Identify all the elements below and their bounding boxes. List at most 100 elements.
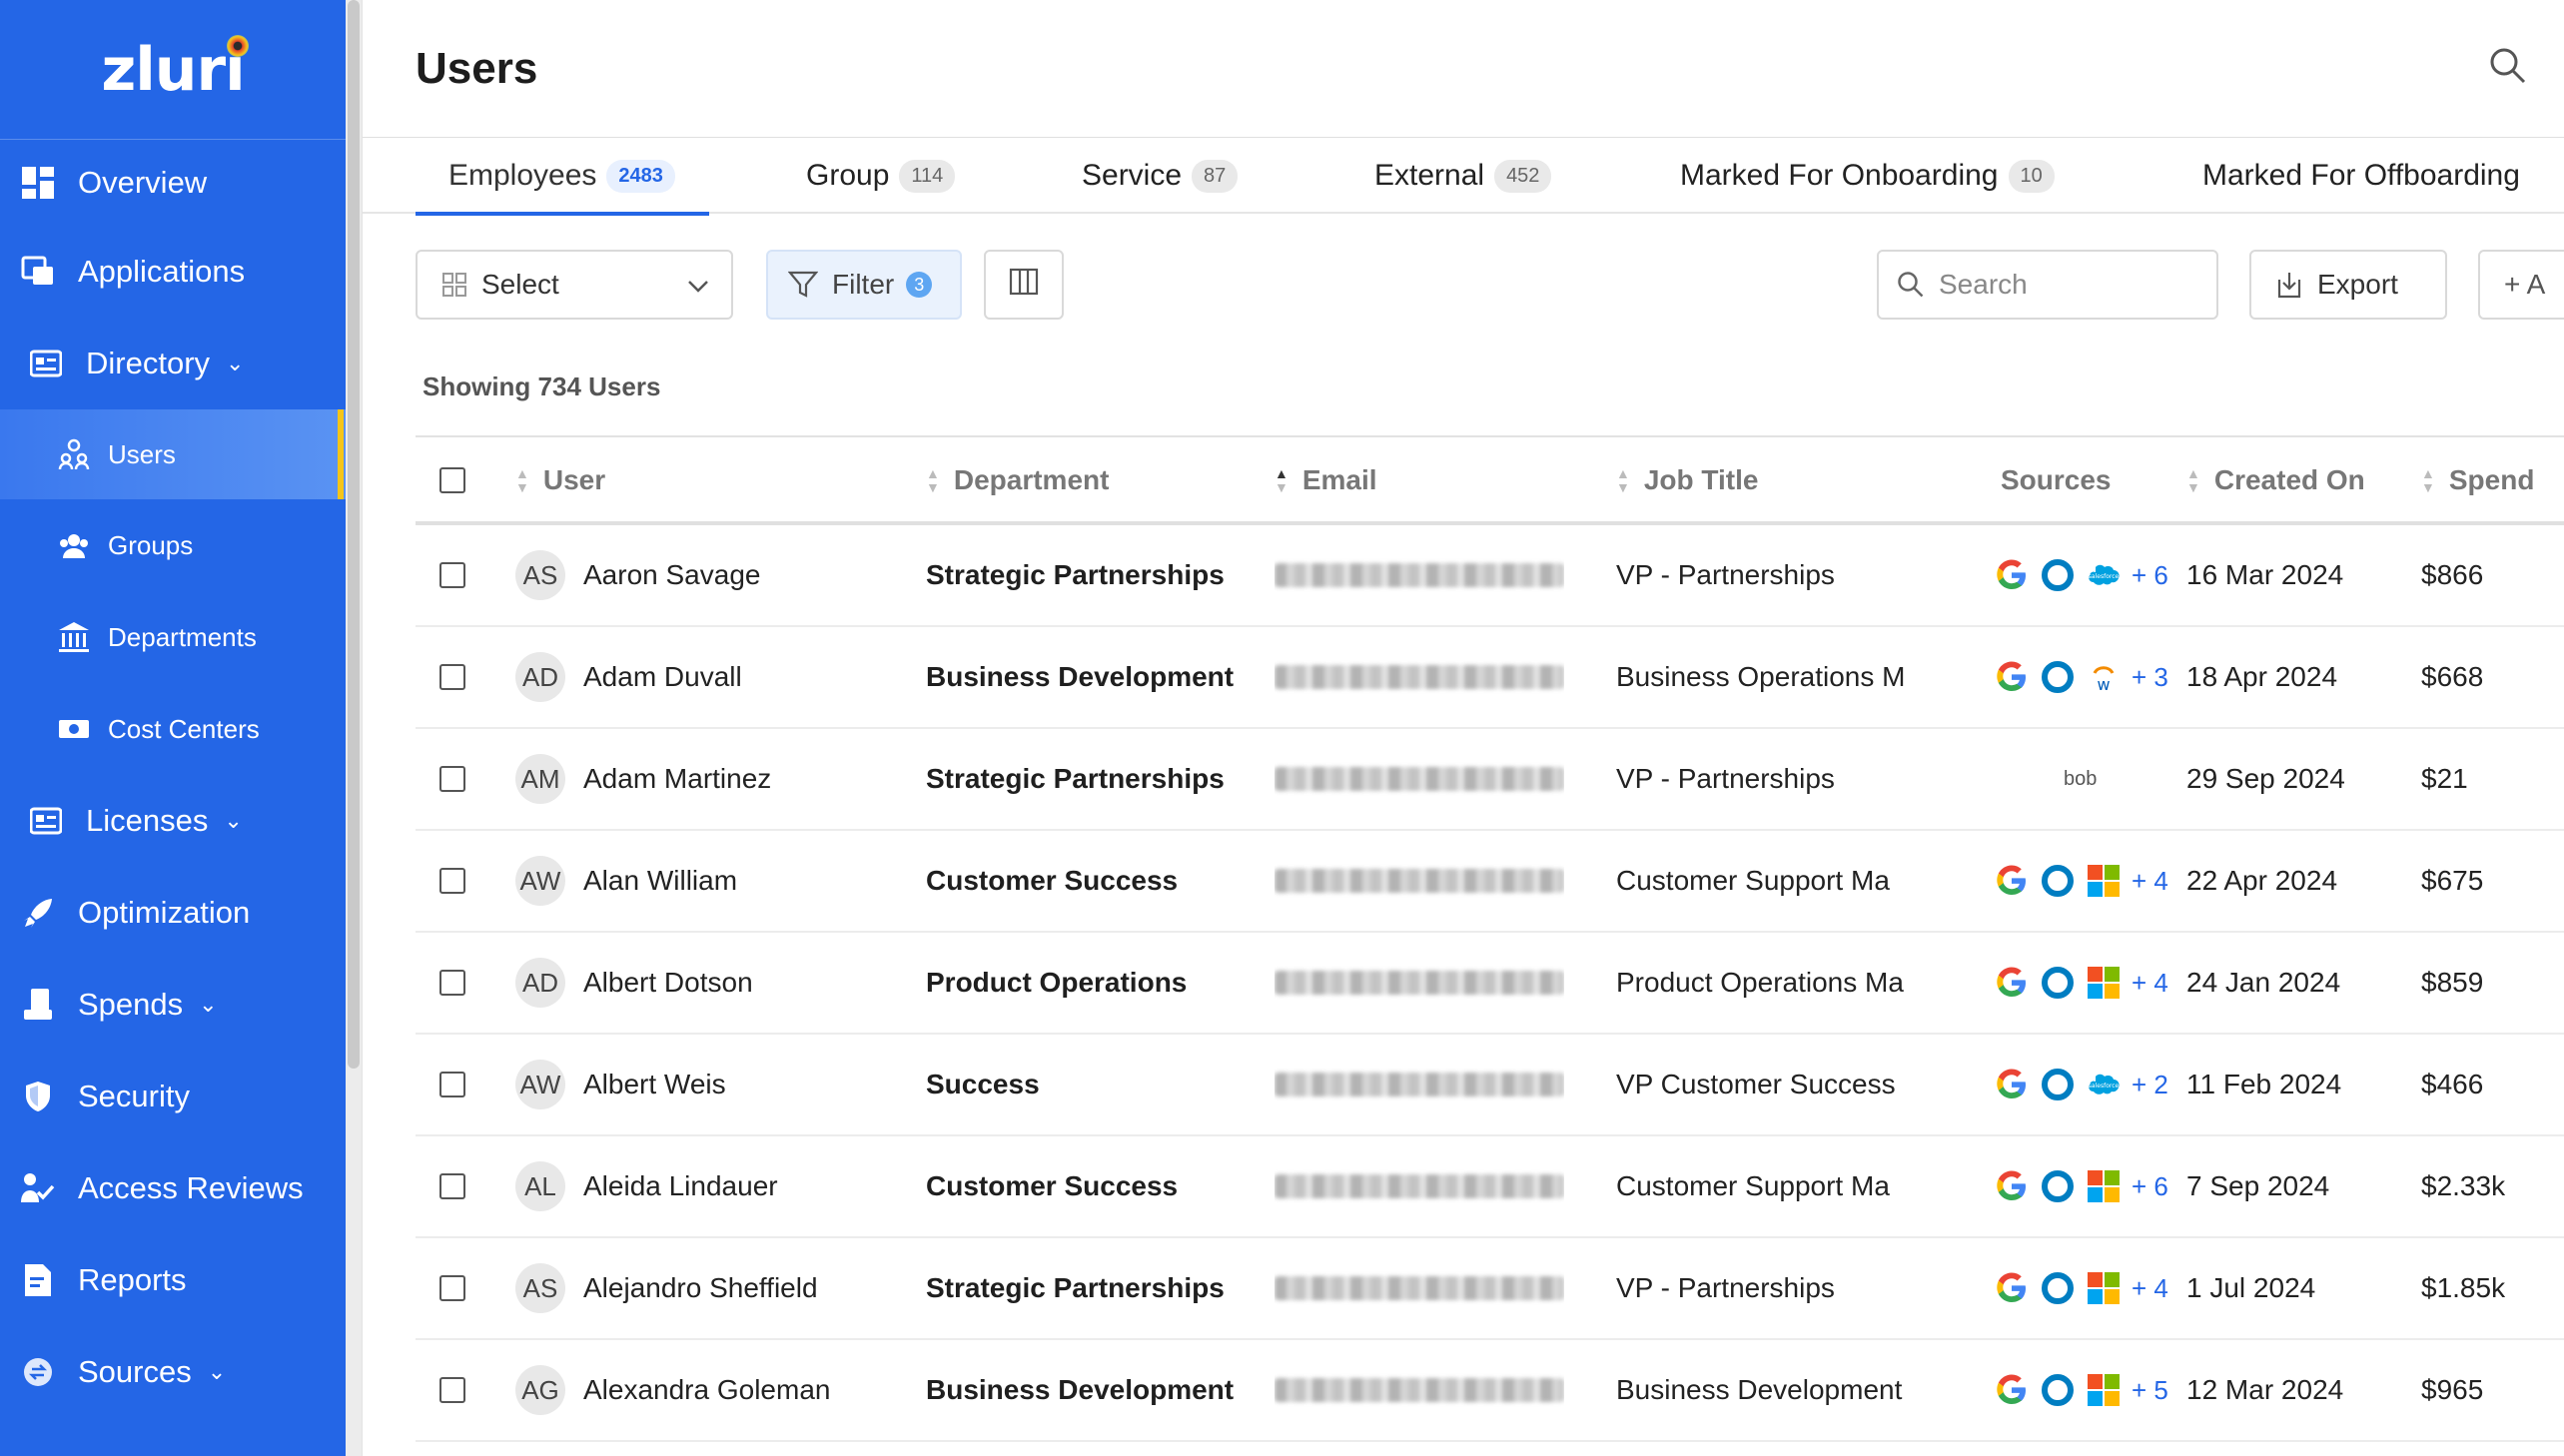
more-sources-count[interactable]: + 6 [2132,1171,2168,1202]
more-sources-count[interactable]: + 4 [2132,968,2168,999]
sidebar-scrollbar-thumb[interactable] [348,0,360,1069]
toolbar: Select Filter 3 Search Export + A [363,214,2564,354]
sources-cell[interactable]: bob [1994,729,2097,829]
tab-service[interactable]: Service 87 [1082,138,1239,214]
sidebar-item-users[interactable]: Users [0,409,346,499]
sidebar-item-security[interactable]: Security [0,1051,346,1142]
more-sources-count[interactable]: + 6 [2132,560,2168,591]
row-checkbox[interactable] [439,831,465,931]
sidebar-item-licenses[interactable]: Licenses ⌄ [0,775,346,867]
more-sources-count[interactable]: + 4 [2132,866,2168,897]
row-checkbox[interactable] [439,1340,465,1440]
user-cell[interactable]: AM Adam Martinez [515,729,771,829]
sources-cell[interactable]: + 4 [1994,1238,2168,1338]
sources-cell[interactable]: + 4 [1994,831,2168,931]
table-row[interactable]: AW Alan William Customer Success Custome… [416,831,2564,933]
user-cell[interactable]: AW Alan William [515,831,737,931]
filter-button[interactable]: Filter 3 [766,250,962,320]
user-cell[interactable]: AL Aleida Lindauer [515,1136,778,1236]
more-sources-count[interactable]: + 3 [2132,662,2168,693]
column-header-department[interactable]: ▲ ▼ Department [926,437,1109,523]
tab-label: External [1374,159,1485,192]
sources-cell[interactable]: + 6 [1994,1136,2168,1236]
user-cell[interactable]: AS Alejandro Sheffield [515,1238,818,1338]
column-header-job-title[interactable]: ▲ ▼ Job Title [1616,437,1758,523]
sidebar: zluri Overview Applications Directory ⌄ … [0,0,346,1456]
table-row[interactable]: AL Aleida Lindauer Customer Success Cust… [416,1136,2564,1238]
sources-cell[interactable]: salesforce + 2 [1994,1035,2168,1134]
licenses-icon [28,803,64,839]
search-icon[interactable] [2488,46,2528,86]
table-row[interactable]: AM Adam Martinez Strategic Partnerships … [416,729,2564,831]
sidebar-item-label: Licenses [86,803,209,838]
tab-group[interactable]: Group 114 [806,138,956,214]
column-header-spend[interactable]: ▲ ▼ Spend [2421,437,2534,523]
user-cell[interactable]: AG Alexandra Goleman [515,1340,830,1440]
column-header-created-on[interactable]: ▲ ▼ Created On [2186,437,2365,523]
row-checkbox[interactable] [439,729,465,829]
salesforce-icon: salesforce [2086,557,2122,593]
sidebar-item-optimization[interactable]: Optimization [0,867,346,959]
add-user-button[interactable]: + A [2478,250,2564,320]
sources-cell[interactable]: + 4 [1994,933,2168,1033]
bulk-select-dropdown[interactable]: Select [416,250,733,320]
more-sources-count[interactable]: + 5 [2132,1375,2168,1406]
select-all-checkbox[interactable] [439,437,465,523]
sidebar-item-sources[interactable]: Sources ⌄ [0,1326,346,1418]
sidebar-item-access-reviews[interactable]: Access Reviews [0,1142,346,1234]
row-checkbox[interactable] [439,1035,465,1134]
zluri-logo[interactable]: zluri [0,0,346,140]
okta-icon [2040,1372,2076,1408]
row-checkbox[interactable] [439,1136,465,1236]
table-row[interactable]: AD Adam Duvall Business Development Busi… [416,627,2564,729]
spend-cell: $675 [2421,865,2484,896]
tab-marked-for-offboarding[interactable]: Marked For Offboarding [2202,138,2520,214]
sources-cell[interactable]: + 5 [1994,1340,2168,1440]
sidebar-item-overview[interactable]: Overview [0,140,346,226]
column-header-user[interactable]: ▲ ▼ User [515,437,605,523]
search-input[interactable]: Search [1877,250,2218,320]
sidebar-item-cost-centers[interactable]: Cost Centers [0,683,346,775]
sidebar-item-spends[interactable]: Spends ⌄ [0,959,346,1051]
user-cell[interactable]: AD Albert Dotson [515,933,753,1033]
logo-text: zluri [101,34,245,105]
table-row[interactable]: AS Aaron Savage Strategic Partnerships V… [416,525,2564,627]
user-cell[interactable]: AD Adam Duvall [515,627,742,727]
sidebar-item-departments[interactable]: Departments [0,591,346,683]
email-cell-redacted [1275,1035,1564,1134]
table-row[interactable]: AW Albert Weis Success VP Customer Succe… [416,1035,2564,1136]
row-checkbox[interactable] [439,525,465,625]
sidebar-item-label: Directory [86,346,211,380]
user-cell[interactable]: AS Aaron Savage [515,525,760,625]
sidebar-item-applications[interactable]: Applications [0,226,346,318]
sources-cell[interactable]: salesforce + 6 [1994,525,2168,625]
department-cell: Customer Success [926,1170,1179,1201]
sort-icon: ▲ ▼ [1275,465,1288,495]
row-checkbox[interactable] [439,627,465,727]
more-sources-count[interactable]: + 4 [2132,1273,2168,1304]
user-cell[interactable]: AW Albert Weis [515,1035,726,1134]
table-row[interactable]: AD Albert Dotson Product Operations Prod… [416,933,2564,1035]
tab-label: Service [1082,159,1183,192]
okta-icon [2040,659,2076,695]
more-sources-count[interactable]: + 2 [2132,1070,2168,1100]
email-cell-redacted [1275,1136,1564,1236]
columns-button[interactable] [984,250,1064,320]
google-icon [1994,659,2030,695]
sidebar-item-groups[interactable]: Groups [0,499,346,591]
columns-icon [1009,268,1039,303]
sidebar-item-directory[interactable]: Directory ⌄ [0,318,346,409]
column-header-email[interactable]: ▲ ▼ Email [1275,437,1377,523]
table-row[interactable]: AS Alejandro Sheffield Strategic Partner… [416,1238,2564,1340]
tab-marked-for-onboarding[interactable]: Marked For Onboarding 10 [1680,138,2055,214]
sources-cell[interactable]: w + 3 [1994,627,2168,727]
export-button[interactable]: Export [2249,250,2447,320]
row-checkbox[interactable] [439,933,465,1033]
directory-icon [28,346,64,381]
tab-employees[interactable]: Employees 2483 [416,138,709,216]
table-row[interactable]: AG Alexandra Goleman Business Developmen… [416,1340,2564,1442]
created-on-cell: 29 Sep 2024 [2186,763,2345,794]
tab-external[interactable]: External 452 [1374,138,1552,214]
sidebar-item-reports[interactable]: Reports [0,1234,346,1326]
row-checkbox[interactable] [439,1238,465,1338]
